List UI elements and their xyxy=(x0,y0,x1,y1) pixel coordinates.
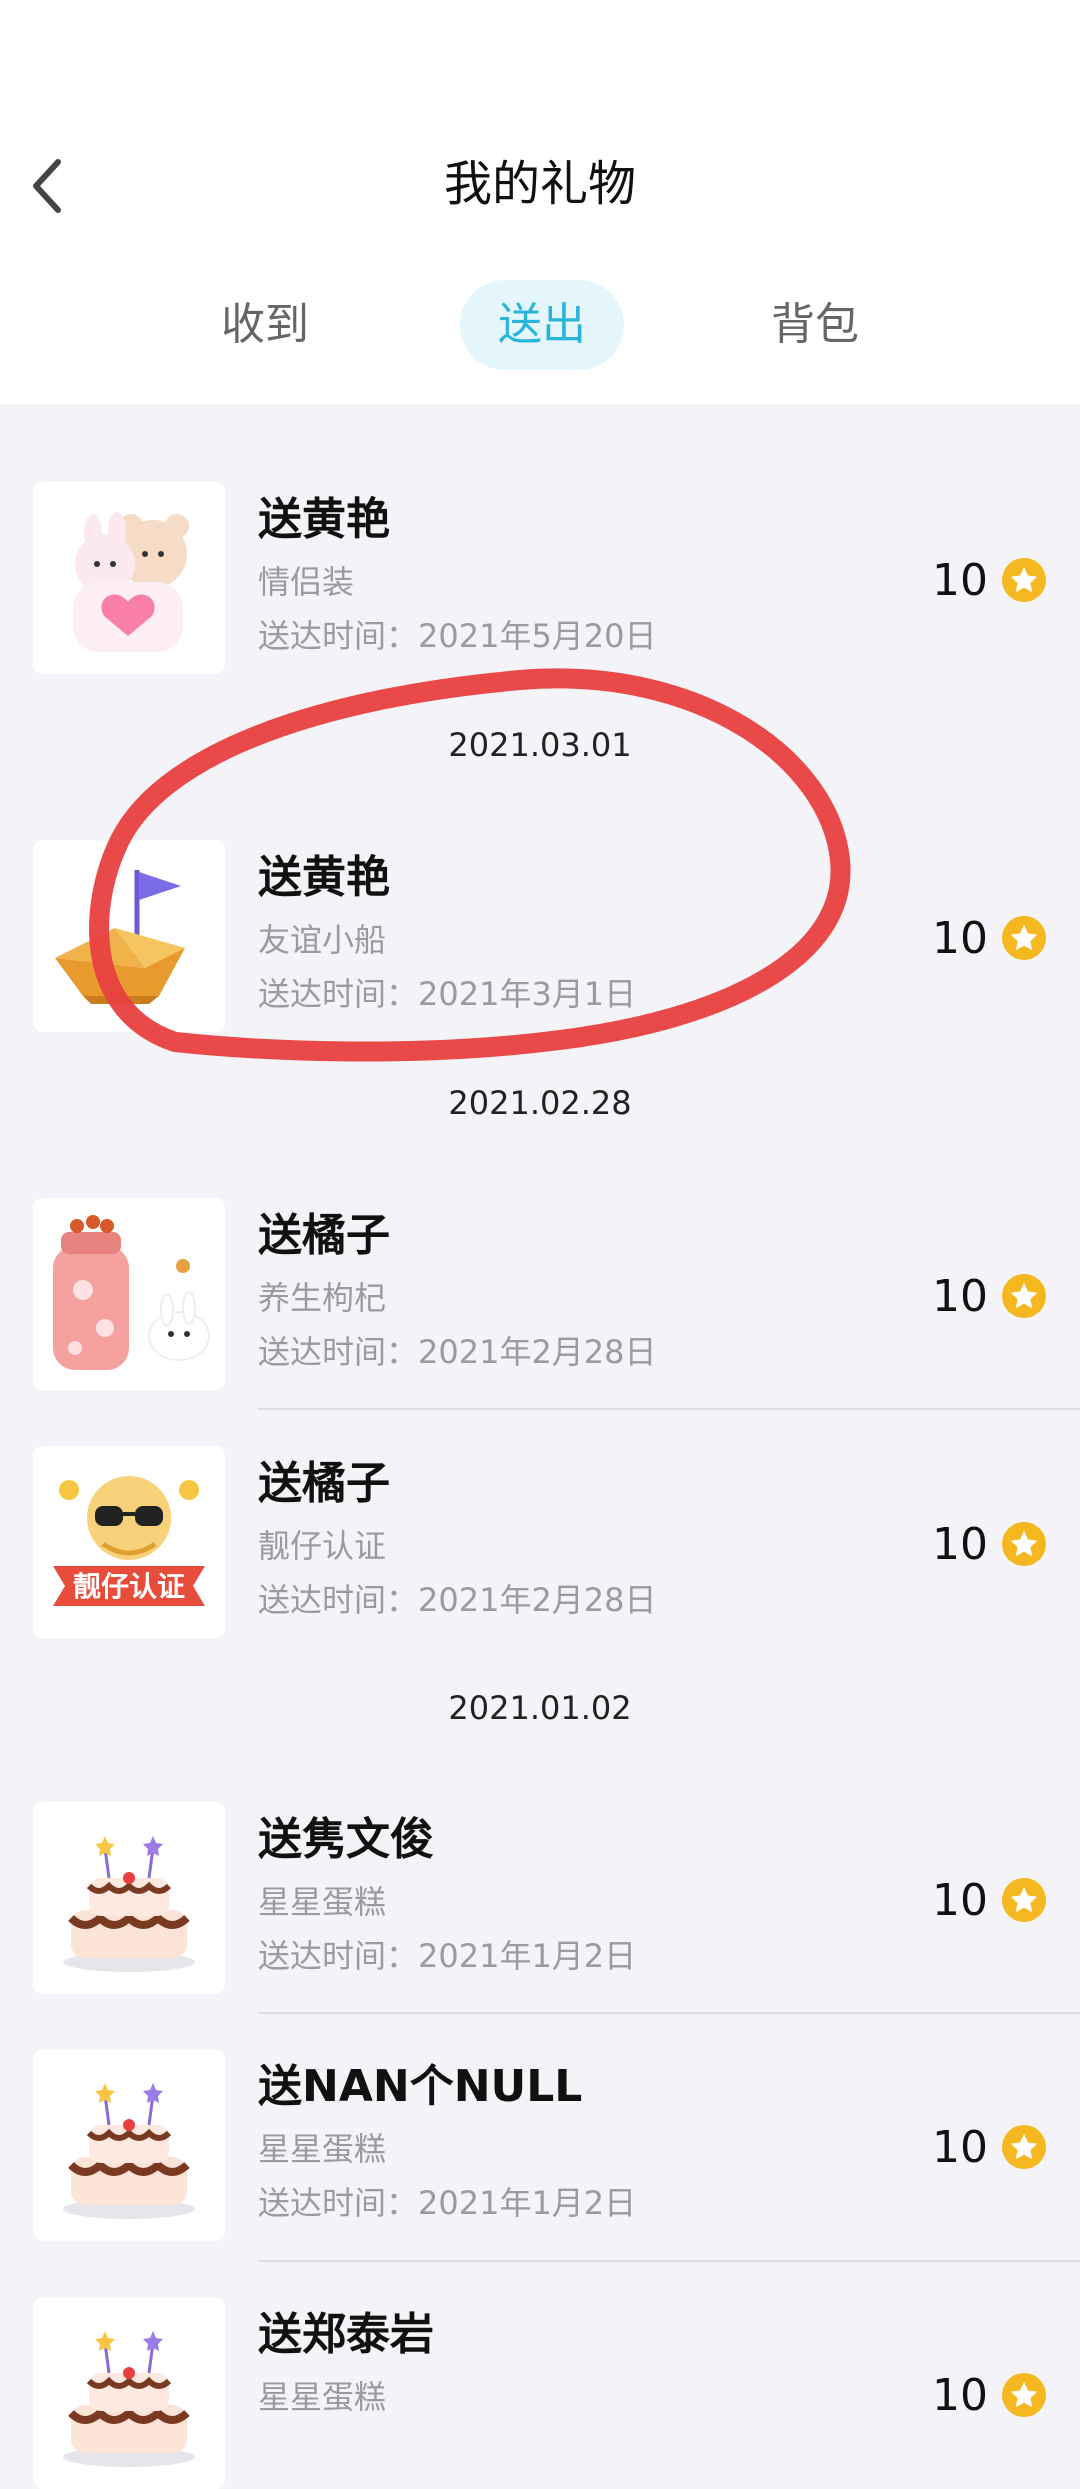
delivery-time: 送达时间：2021年1月2日 xyxy=(258,1937,637,1975)
tab-received[interactable]: 收到 xyxy=(205,280,325,370)
couple-bears-icon xyxy=(33,482,225,674)
gift-list: 送黄艳 情侣装 送达时间：2021年5月20日 10 2021.03.01 送黄… xyxy=(0,404,1080,2489)
gift-price: 10 xyxy=(932,2365,1046,2425)
list-item[interactable]: 送黄艳 情侣装 送达时间：2021年5月20日 10 xyxy=(0,454,1080,674)
gift-price: 10 xyxy=(932,908,1046,968)
recipient-name: 送橘子 xyxy=(258,1458,390,1509)
page-title: 我的礼物 xyxy=(443,156,636,212)
tab-sent[interactable]: 送出 xyxy=(460,280,624,370)
star-coin-icon xyxy=(1002,2125,1046,2169)
star-coin-icon xyxy=(1002,916,1046,960)
tab-bar: 收到 送出 背包 xyxy=(0,280,1080,374)
price-value: 10 xyxy=(932,1270,988,1322)
delivery-time: 送达时间：2021年5月20日 xyxy=(258,617,657,655)
star-coin-icon xyxy=(1002,1274,1046,1318)
thermos-bottle-icon xyxy=(33,1198,225,1390)
header: 我的礼物 收到 送出 背包 xyxy=(0,0,1080,404)
gift-name: 友谊小船 xyxy=(258,921,387,959)
gift-price: 10 xyxy=(932,2117,1046,2177)
gift-price: 10 xyxy=(932,1514,1046,1574)
date-separator: 2021.01.02 xyxy=(448,1689,632,1727)
price-value: 10 xyxy=(932,1518,988,1570)
list-item[interactable]: 送黄艳 友谊小船 送达时间：2021年3月1日 10 xyxy=(0,812,1080,1032)
price-value: 10 xyxy=(932,2121,988,2173)
list-item[interactable]: 送橘子 养生枸杞 送达时间：2021年2月28日 10 xyxy=(0,1170,1080,1390)
gift-price: 10 xyxy=(932,1266,1046,1326)
list-item[interactable]: 送隽文俊 星星蛋糕 送达时间：2021年1月2日 10 xyxy=(0,1774,1080,1994)
svg-text:靓仔认证: 靓仔认证 xyxy=(73,1570,185,1603)
star-cake-icon xyxy=(33,2297,225,2489)
price-value: 10 xyxy=(932,554,988,606)
paper-boat-icon xyxy=(33,840,225,1032)
star-coin-icon xyxy=(1002,2373,1046,2417)
gift-name: 星星蛋糕 xyxy=(258,2130,387,2168)
delivery-time: 送达时间：2021年3月1日 xyxy=(258,975,637,1013)
star-coin-icon xyxy=(1002,1522,1046,1566)
price-value: 10 xyxy=(932,1874,988,1926)
price-value: 10 xyxy=(932,2369,988,2421)
row-divider xyxy=(258,2012,1080,2014)
star-cake-icon xyxy=(33,2049,225,2241)
gift-name: 情侣装 xyxy=(258,563,355,601)
price-value: 10 xyxy=(932,912,988,964)
recipient-name: 送黄艳 xyxy=(258,494,390,545)
recipient-name: 送隽文俊 xyxy=(258,1814,434,1865)
star-cake-icon xyxy=(33,1802,225,1994)
handsome-badge-icon: 靓仔认证 xyxy=(33,1446,225,1638)
recipient-name: 送郑泰岩 xyxy=(258,2309,434,2360)
delivery-time: 送达时间：2021年2月28日 xyxy=(258,1581,657,1619)
date-separator: 2021.02.28 xyxy=(448,1084,632,1122)
recipient-name: 送NAN个NULL xyxy=(258,2061,583,2112)
star-coin-icon xyxy=(1002,558,1046,602)
row-divider xyxy=(258,2260,1080,2262)
gift-name: 星星蛋糕 xyxy=(258,2378,387,2416)
delivery-time: 送达时间：2021年2月28日 xyxy=(258,1333,657,1371)
gift-price: 10 xyxy=(932,550,1046,610)
date-separator: 2021.03.01 xyxy=(448,726,632,764)
gift-name: 靓仔认证 xyxy=(258,1527,387,1565)
recipient-name: 送黄艳 xyxy=(258,852,390,903)
list-item[interactable]: 送NAN个NULL 星星蛋糕 送达时间：2021年1月2日 10 xyxy=(0,2021,1080,2241)
star-coin-icon xyxy=(1002,1878,1046,1922)
gift-price: 10 xyxy=(932,1870,1046,1930)
tab-bag[interactable]: 背包 xyxy=(755,280,875,370)
gift-name: 养生枸杞 xyxy=(258,1279,387,1317)
list-item[interactable]: 送郑泰岩 星星蛋糕 10 xyxy=(0,2269,1080,2489)
recipient-name: 送橘子 xyxy=(258,1210,390,1261)
gift-name: 星星蛋糕 xyxy=(258,1883,387,1921)
row-divider xyxy=(258,1408,1080,1410)
delivery-time: 送达时间：2021年1月2日 xyxy=(258,2184,637,2222)
list-item[interactable]: 靓仔认证 送橘子 靓仔认证 送达时间：2021年2月28日 10 xyxy=(0,1418,1080,1638)
